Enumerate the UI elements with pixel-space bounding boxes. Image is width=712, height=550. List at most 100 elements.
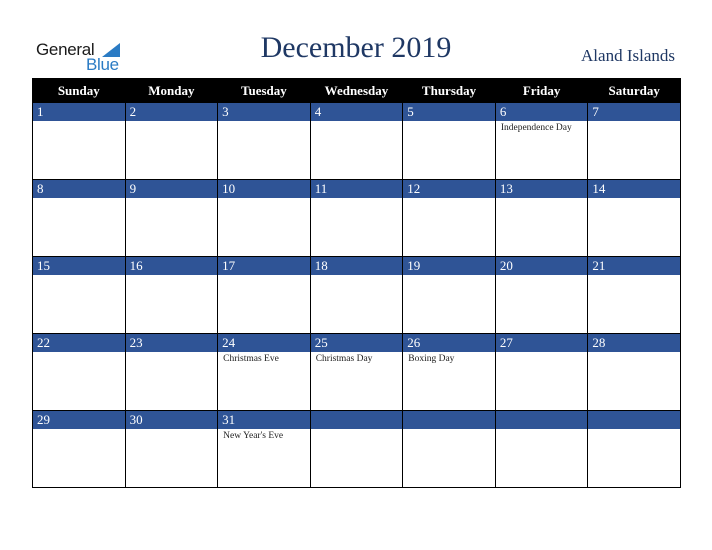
day-cell[interactable]: 3 xyxy=(217,102,311,180)
day-cell[interactable]: 20 xyxy=(494,256,589,334)
holiday-label xyxy=(126,121,218,123)
holiday-label: Independence Day xyxy=(500,123,572,133)
holiday-label xyxy=(33,275,125,277)
weekday-header-row: Sunday Monday Tuesday Wednesday Thursday… xyxy=(32,78,681,103)
holiday-label xyxy=(311,429,403,431)
day-cell[interactable] xyxy=(494,410,589,488)
day-cell[interactable]: 26 Boxing Day xyxy=(402,333,496,411)
day-number: 14 xyxy=(588,180,680,198)
day-number: 21 xyxy=(588,257,680,275)
day-number: 8 xyxy=(33,180,125,198)
day-number: 23 xyxy=(125,334,218,352)
day-cell[interactable]: 12 xyxy=(402,179,496,257)
day-cell[interactable]: 8 xyxy=(32,179,126,257)
holiday-label xyxy=(496,198,588,200)
day-cell[interactable]: 21 xyxy=(587,256,681,334)
day-number: 9 xyxy=(125,180,218,198)
holiday-label xyxy=(311,121,403,123)
day-cell[interactable]: 19 xyxy=(402,256,496,334)
day-cell[interactable] xyxy=(402,410,496,488)
holiday-label xyxy=(126,198,218,200)
day-cell[interactable]: 30 xyxy=(124,410,219,488)
holiday-label xyxy=(33,121,125,123)
day-cell[interactable]: 23 xyxy=(124,333,219,411)
day-cell[interactable]: 9 xyxy=(124,179,219,257)
weekday-header: Thursday xyxy=(402,78,496,103)
weekday-header: Sunday xyxy=(32,78,126,103)
day-number: 22 xyxy=(33,334,125,352)
weekday-header: Wednesday xyxy=(309,78,404,103)
day-number xyxy=(403,411,495,429)
holiday-label xyxy=(126,429,218,431)
week-row: 22 23 24 Christmas Eve 25 Christmas Day 26 Boxi… xyxy=(32,333,681,411)
day-number: 11 xyxy=(310,180,403,198)
holiday-label xyxy=(218,198,310,200)
week-row: 8 9 10 11 12 13 14 xyxy=(32,179,681,257)
country-name: Aland Islands xyxy=(581,46,675,65)
holiday-label xyxy=(403,198,495,200)
day-number xyxy=(310,411,403,429)
day-number: 5 xyxy=(403,103,495,121)
holiday-label xyxy=(311,198,403,200)
day-number: 29 xyxy=(33,411,125,429)
day-cell[interactable]: 31 New Year's Eve xyxy=(217,410,311,488)
day-cell[interactable]: 13 xyxy=(494,179,589,257)
holiday-label xyxy=(496,352,588,354)
holiday-label xyxy=(33,352,125,354)
day-cell[interactable]: 10 xyxy=(217,179,311,257)
day-cell[interactable] xyxy=(309,410,404,488)
week-row: 29 30 31 New Year's Eve xyxy=(32,410,681,488)
weekday-header: Friday xyxy=(494,78,589,103)
day-number: 4 xyxy=(310,103,403,121)
calendar-grid: Sunday Monday Tuesday Wednesday Thursday… xyxy=(32,78,681,488)
day-cell[interactable]: 22 xyxy=(32,333,126,411)
day-number: 31 xyxy=(218,411,310,429)
day-number: 2 xyxy=(125,103,218,121)
day-cell[interactable]: 16 xyxy=(124,256,219,334)
week-row: 1 2 3 4 5 6 Independence Day 7 xyxy=(32,102,681,180)
day-cell[interactable]: 5 xyxy=(402,102,496,180)
holiday-label xyxy=(33,429,125,431)
day-cell[interactable]: 15 xyxy=(32,256,126,334)
day-cell[interactable]: 18 xyxy=(309,256,404,334)
day-cell[interactable]: 25 Christmas Day xyxy=(309,333,404,411)
day-number: 12 xyxy=(403,180,495,198)
holiday-label xyxy=(218,121,310,123)
day-number: 16 xyxy=(125,257,218,275)
day-number: 25 xyxy=(310,334,403,352)
day-cell[interactable]: 27 xyxy=(494,333,589,411)
day-cell[interactable]: 29 xyxy=(32,410,126,488)
holiday-label xyxy=(496,429,588,431)
weekday-header: Saturday xyxy=(587,78,681,103)
day-cell[interactable]: 24 Christmas Eve xyxy=(217,333,311,411)
holiday-label xyxy=(311,275,403,277)
holiday-label xyxy=(218,275,310,277)
holiday-label: Boxing Day xyxy=(408,354,455,364)
day-cell[interactable]: 14 xyxy=(587,179,681,257)
holiday-label xyxy=(588,275,680,277)
holiday-label xyxy=(403,121,495,123)
day-cell[interactable]: 2 xyxy=(124,102,219,180)
holiday-label: Christmas Day xyxy=(315,354,373,364)
day-cell[interactable]: 7 xyxy=(587,102,681,180)
holiday-label xyxy=(126,352,218,354)
day-cell[interactable]: 11 xyxy=(309,179,404,257)
day-cell[interactable] xyxy=(587,410,681,488)
day-number: 24 xyxy=(218,334,310,352)
weekday-header: Tuesday xyxy=(217,78,311,103)
holiday-label xyxy=(496,275,588,277)
day-cell[interactable]: 1 xyxy=(32,102,126,180)
day-cell[interactable]: 28 xyxy=(587,333,681,411)
day-cell[interactable]: 17 xyxy=(217,256,311,334)
day-number: 19 xyxy=(403,257,495,275)
day-cell[interactable]: 4 xyxy=(309,102,404,180)
day-number: 30 xyxy=(125,411,218,429)
holiday-label xyxy=(403,429,495,431)
holiday-label xyxy=(33,198,125,200)
holiday-label xyxy=(588,198,680,200)
day-number: 7 xyxy=(588,103,680,121)
day-number: 27 xyxy=(495,334,588,352)
day-cell[interactable]: 6 Independence Day xyxy=(494,102,589,180)
day-number xyxy=(495,411,588,429)
holiday-label xyxy=(588,429,680,431)
